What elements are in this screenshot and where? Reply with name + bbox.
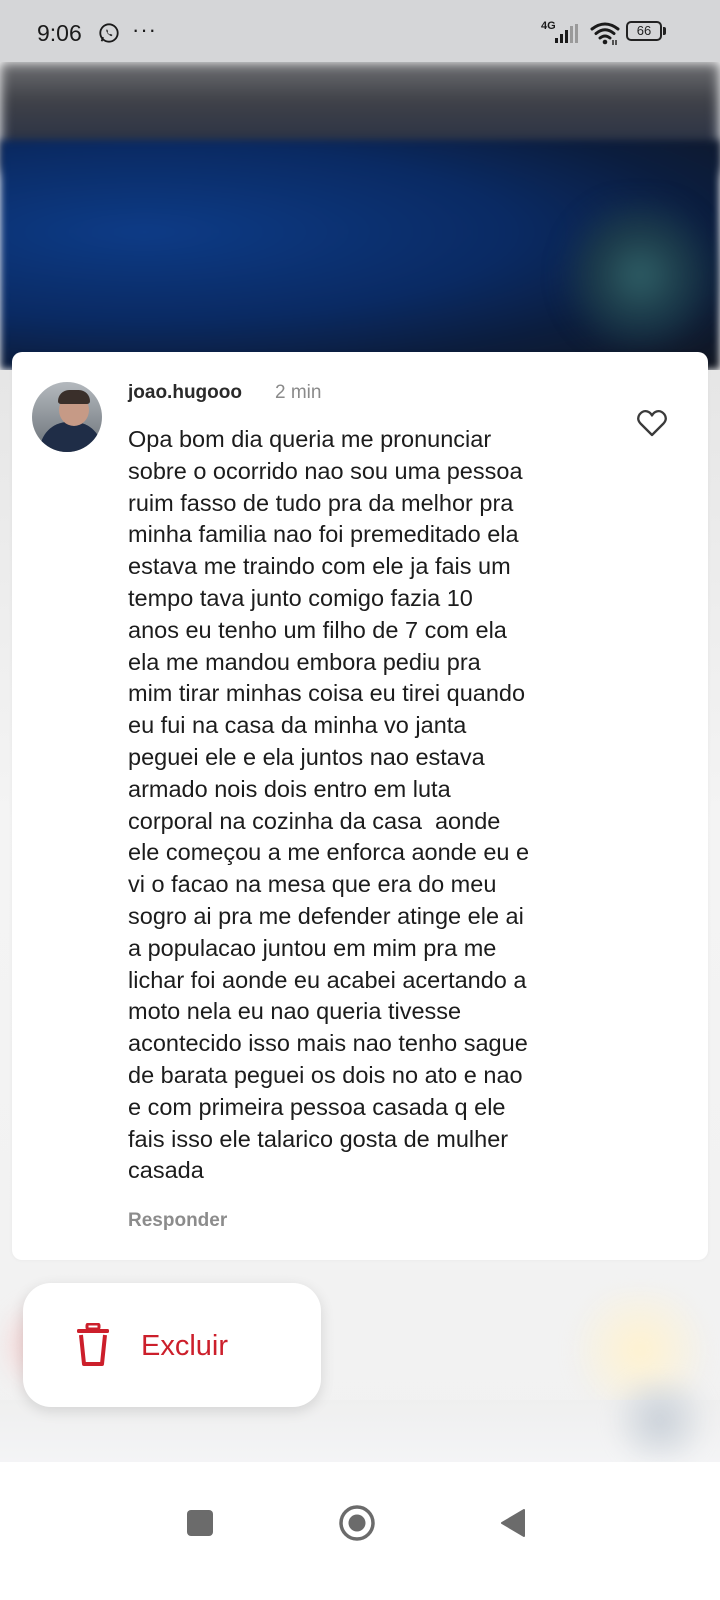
battery-icon: 66 <box>626 21 666 43</box>
delete-button-label[interactable]: Excluir <box>141 1330 228 1363</box>
trash-icon <box>77 1323 109 1366</box>
screen: 9:06 ··· 4G 66 joao.hugooo 2 min Opa bom… <box>0 0 720 1600</box>
wifi-icon <box>590 22 620 45</box>
battery-tip <box>663 27 666 35</box>
delete-menu[interactable]: Excluir <box>23 1283 321 1407</box>
comment-time: 2 min <box>275 382 322 403</box>
battery-level: 66 <box>626 21 662 41</box>
reply-button[interactable]: Responder <box>128 1210 227 1232</box>
whatsapp-icon <box>99 23 119 43</box>
signal-icon <box>555 24 578 43</box>
blurred-bottom-spot <box>600 1380 720 1460</box>
avatar-body <box>40 422 102 452</box>
more-notifications-indicator: ··· <box>132 17 157 42</box>
comment-text: Opa bom dia queria me pronunciar sobre o… <box>128 426 530 1184</box>
navigation-bar <box>0 1462 720 1600</box>
comment-card[interactable]: joao.hugooo 2 min Opa bom dia queria me … <box>12 352 708 1260</box>
avatar[interactable] <box>32 382 102 452</box>
comment-username[interactable]: joao.hugooo <box>128 382 242 404</box>
status-bar: 9:06 ··· 4G 66 <box>0 0 720 62</box>
blurred-spot <box>560 200 720 350</box>
back-triangle-icon[interactable] <box>500 1508 526 1538</box>
avatar-hair <box>58 390 90 404</box>
status-time: 9:06 <box>37 20 82 46</box>
heart-outline-icon[interactable] <box>636 408 668 438</box>
recents-square-icon[interactable] <box>187 1510 213 1536</box>
home-circle-icon[interactable] <box>338 1504 376 1542</box>
